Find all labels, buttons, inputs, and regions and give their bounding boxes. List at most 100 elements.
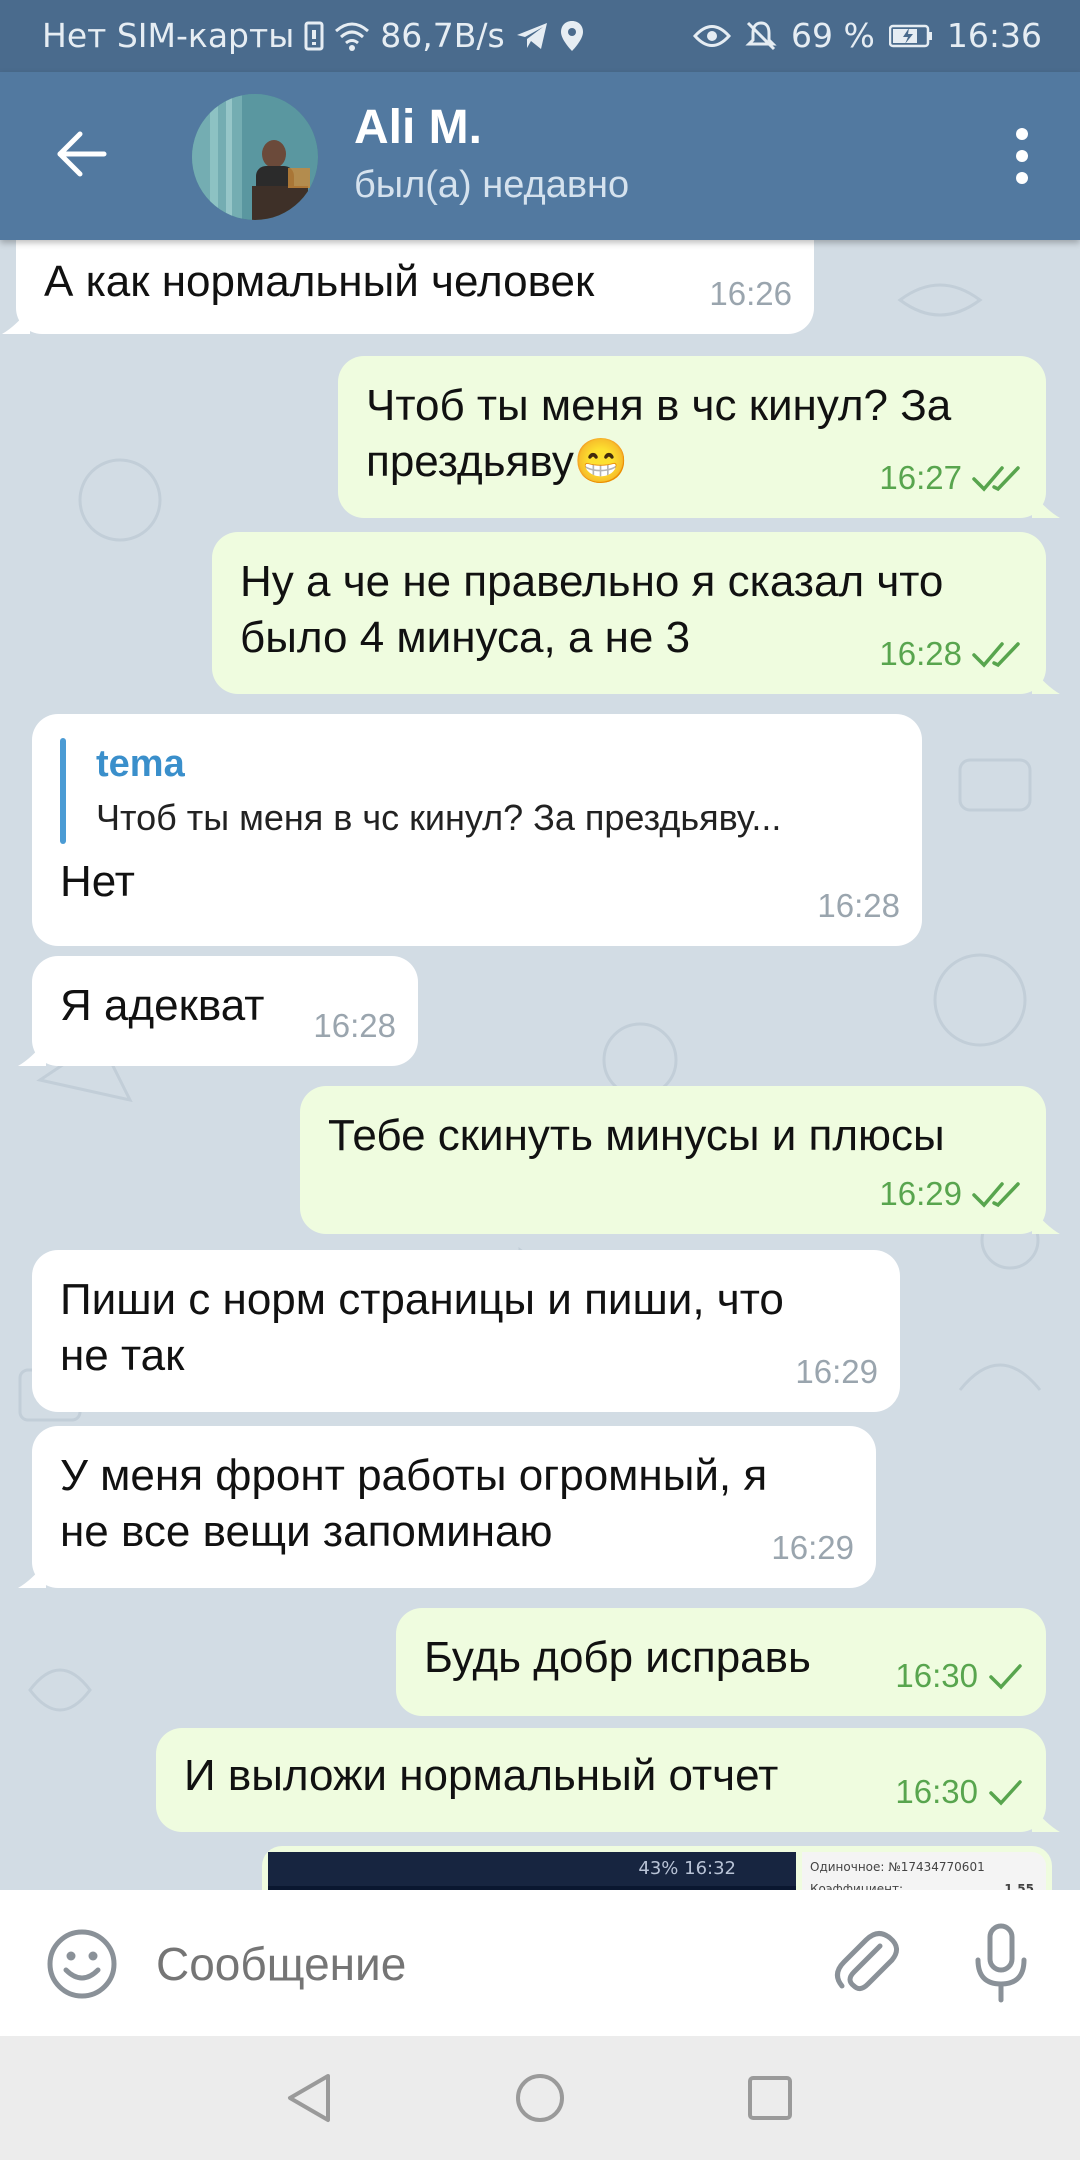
message-time: 16:26 [709, 275, 792, 312]
wifi-icon [334, 21, 370, 51]
message-meta: 16:27 [879, 450, 1024, 506]
clock: 16:36 [946, 16, 1042, 55]
bubble-tail [1032, 1806, 1060, 1832]
telegram-notification-icon [515, 21, 549, 51]
message-text: У меня фронт работы огромный, я не все в… [60, 1448, 767, 1560]
reply-author[interactable]: tema [96, 736, 185, 792]
message-meta: 16:26 [709, 266, 792, 322]
photo-screenshot-right[interactable]: Одиночное: №17434770601 Коэффициент: 1.5… [802, 1852, 1046, 1890]
message-line: было 4 минуса, а не 3 [240, 613, 691, 662]
message-incoming-reply[interactable]: tema Чтоб ты меня в чс кинул? За прездья… [32, 714, 922, 946]
message-meta: 16:30 [895, 1764, 1024, 1820]
bubble-tail [1032, 668, 1060, 694]
status-bar: Нет SIM-карты 86,7B/s 69 % 16:36 [0, 0, 1080, 72]
voice-message-button[interactable] [966, 1920, 1036, 2006]
message-meta: 16:28 [879, 626, 1024, 682]
bubble-tail [18, 1562, 46, 1588]
nav-back-button[interactable] [284, 2072, 334, 2124]
message-time: 16:29 [879, 1175, 962, 1212]
reply-quote[interactable]: Чтоб ты меня в чс кинул? За прездьяву... [96, 790, 781, 846]
message-outgoing[interactable]: Тебе скинуть минусы и плюсы 16:29 [300, 1086, 1060, 1234]
back-arrow-icon [57, 131, 107, 177]
message-time: 16:28 [879, 635, 962, 672]
message-line: не все вещи запоминаю [60, 1507, 553, 1556]
message-incoming[interactable]: Я адекват 16:28 [18, 956, 418, 1066]
battery-percent: 69 % [791, 16, 875, 55]
double-check-icon [972, 642, 1020, 668]
message-time: 16:29 [795, 1353, 878, 1390]
message-line: Чтоб ты меня в чс кинул? За [366, 381, 952, 430]
message-text: Я адекват [60, 981, 265, 1030]
bubble-tail [18, 1040, 46, 1066]
bubble-tail [2, 308, 30, 334]
system-navigation-bar [0, 2036, 1080, 2160]
status-bar-left: Нет SIM-карты 86,7B/s [42, 16, 585, 55]
message-meta: 16:29 [879, 1166, 1024, 1222]
message-outgoing[interactable]: Чтоб ты меня в чс кинул? За прездьяву😁 1… [338, 356, 1060, 518]
message-time: 16:28 [313, 1007, 396, 1044]
contact-name[interactable]: Ali M. [354, 100, 482, 155]
carrier-label: Нет SIM-карты [42, 16, 295, 55]
message-line: У меня фронт работы огромный, я [60, 1451, 768, 1500]
message-text: Чтоб ты меня в чс кинул? За прездьяву😁 [366, 378, 951, 490]
photo-screenshot-left[interactable]: 43% 16:32 [268, 1852, 796, 1890]
check-icon [989, 1664, 1022, 1690]
message-incoming[interactable]: У меня фронт работы огромный, я не все в… [18, 1426, 876, 1588]
chat-header: Ali M. был(а) недавно [0, 72, 1080, 240]
message-time: 16:30 [895, 1657, 978, 1694]
location-icon [559, 20, 585, 52]
nav-recents-button[interactable] [746, 2074, 794, 2122]
more-vert-icon [1016, 128, 1028, 184]
message-time: 16:29 [771, 1529, 854, 1566]
attach-button[interactable] [826, 1924, 906, 2004]
status-bar-right: 69 % 16:36 [693, 16, 1042, 55]
message-line: Пиши с норм страницы и пиши, что [60, 1275, 784, 1324]
attach-icon [835, 1931, 899, 1992]
message-outgoing[interactable]: Ну а че не правельно я сказал что было 4… [212, 532, 1060, 694]
message-text: Будь добр исправь [424, 1633, 811, 1682]
message-time: 16:27 [879, 459, 962, 496]
message-outgoing[interactable]: Будь добр исправь 16:30 [396, 1608, 1046, 1716]
message-incoming[interactable]: А как нормальный человек 16:26 [2, 240, 814, 334]
bubble-tail [1032, 1208, 1060, 1234]
net-speed-label: 86,7B/s [380, 16, 505, 55]
message-composer [0, 1890, 1080, 2036]
nav-home-button[interactable] [514, 2072, 566, 2124]
nav-recents-icon [748, 2076, 792, 2120]
sim-icon [304, 21, 324, 51]
more-options-button[interactable] [994, 120, 1050, 192]
message-incoming[interactable]: Пиши с норм страницы и пиши, что не так … [32, 1250, 900, 1412]
mic-icon [975, 1923, 1027, 2003]
emoji-icon [47, 1929, 117, 1999]
message-meta: 16:29 [795, 1344, 878, 1400]
emoji-button[interactable] [44, 1926, 120, 2002]
photo-left-statusbar: 43% 16:32 [268, 1852, 796, 1886]
message-text: Нет [60, 857, 135, 906]
contact-status: был(а) недавно [354, 164, 630, 206]
message-meta: 16:29 [771, 1520, 854, 1576]
eye-icon [693, 23, 732, 49]
avatar-photo [192, 94, 318, 220]
avatar[interactable] [192, 94, 318, 220]
chat-area[interactable]: А как нормальный человек 16:26 Чтоб ты м… [0, 240, 1080, 1890]
reply-accent-bar [60, 738, 66, 844]
message-meta: 16:28 [817, 878, 900, 934]
message-text: А как нормальный человек [44, 257, 595, 306]
photo-left-status: 43% 16:32 [638, 1858, 736, 1879]
message-input[interactable] [156, 1928, 796, 2000]
message-time: 16:28 [817, 887, 900, 924]
message-line: не так [60, 1331, 185, 1380]
back-button[interactable] [52, 124, 112, 184]
message-text: Пиши с норм страницы и пиши, что не так [60, 1272, 784, 1384]
message-time: 16:30 [895, 1773, 978, 1810]
photo-right-line1: Одиночное: №17434770601 [810, 1860, 985, 1874]
battery-icon [888, 24, 933, 48]
bubble-tail [1032, 492, 1060, 518]
message-line: Ну а че не правельно я сказал что [240, 557, 944, 606]
check-icon [989, 1780, 1022, 1806]
message-text: Тебе скинуть минусы и плюсы [328, 1111, 945, 1160]
message-outgoing[interactable]: И выложи нормальный отчет 16:30 [156, 1728, 1060, 1832]
double-check-icon [972, 466, 1020, 492]
photo-album-message[interactable]: 43% 16:32 Одиночное: №17434770601 Коэффи… [262, 1846, 1052, 1890]
photo-right-value: 1.55 [1004, 1882, 1034, 1890]
